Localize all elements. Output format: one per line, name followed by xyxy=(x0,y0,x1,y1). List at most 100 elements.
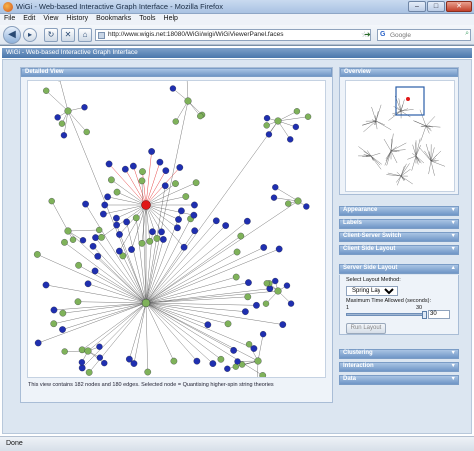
home-button[interactable]: ⌂ xyxy=(78,28,92,42)
graph-node[interactable] xyxy=(91,267,99,275)
graph-node[interactable] xyxy=(149,228,156,236)
graph-node[interactable] xyxy=(61,238,68,246)
graph-node[interactable] xyxy=(121,165,129,173)
graph-node[interactable] xyxy=(270,194,278,201)
graph-node[interactable] xyxy=(242,308,249,315)
graph-node[interactable] xyxy=(172,118,179,125)
graph-node[interactable] xyxy=(105,160,113,168)
graph-node[interactable] xyxy=(197,112,204,120)
graph-node[interactable] xyxy=(259,331,267,338)
graph-svg[interactable] xyxy=(28,81,326,378)
graph-node[interactable] xyxy=(161,182,169,190)
search-bar[interactable]: G ⌕ xyxy=(377,29,471,41)
graph-node[interactable] xyxy=(283,282,291,289)
graph-node[interactable] xyxy=(293,108,301,115)
graph-node[interactable] xyxy=(272,277,279,285)
graph-node[interactable] xyxy=(100,210,107,218)
graph-node[interactable] xyxy=(113,221,120,229)
graph-node[interactable] xyxy=(234,358,241,365)
clustering-panel-header[interactable]: Clustering ▼ xyxy=(339,349,459,359)
menu-tools[interactable]: Tools xyxy=(135,14,159,25)
graph-node[interactable] xyxy=(113,188,121,196)
graph-node[interactable] xyxy=(83,128,90,136)
menu-bookmarks[interactable]: Bookmarks xyxy=(92,14,135,25)
address-bar[interactable]: http://www.wigis.net:18080/WiGi/wigi/WiG… xyxy=(95,29,371,41)
graph-node[interactable] xyxy=(245,341,253,348)
graph-node[interactable] xyxy=(84,280,92,288)
appearance-panel-header[interactable]: Appearance ▼ xyxy=(339,206,459,216)
graph-node[interactable] xyxy=(144,368,152,376)
graph-node[interactable] xyxy=(263,122,270,129)
graph-node[interactable] xyxy=(116,247,123,255)
graph-node[interactable] xyxy=(244,293,252,301)
graph-node[interactable] xyxy=(193,357,201,365)
graph-node[interactable] xyxy=(82,200,89,208)
graph-node[interactable] xyxy=(34,339,42,347)
client-side-layout-header[interactable]: Client Side Layout ▼ xyxy=(339,245,459,255)
go-button[interactable]: ➜ xyxy=(364,30,371,39)
graph-node[interactable] xyxy=(113,214,120,222)
graph-node[interactable] xyxy=(116,231,123,238)
graph-node[interactable] xyxy=(78,364,86,372)
overview-selected-node[interactable] xyxy=(406,97,410,101)
graph-node[interactable] xyxy=(287,300,295,307)
search-icon[interactable]: ⌕ xyxy=(465,30,469,38)
menu-history[interactable]: History xyxy=(62,14,92,25)
max-time-slider[interactable] xyxy=(346,311,427,319)
graph-node[interactable] xyxy=(69,236,77,243)
graph-node[interactable] xyxy=(259,372,267,378)
graph-node[interactable] xyxy=(245,279,252,286)
menu-view[interactable]: View xyxy=(39,14,62,25)
graph-node[interactable] xyxy=(170,357,178,365)
reload-button[interactable]: ↻ xyxy=(44,28,58,42)
interaction-panel-header[interactable]: Interaction ▼ xyxy=(339,362,459,372)
graph-node[interactable] xyxy=(33,251,41,258)
overview-viewport[interactable] xyxy=(395,86,425,116)
graph-node[interactable] xyxy=(274,287,282,295)
graph-node[interactable] xyxy=(162,167,170,175)
run-layout-button[interactable]: Run Layout xyxy=(346,323,386,334)
graph-node[interactable] xyxy=(78,346,86,354)
max-time-input[interactable]: 30 xyxy=(428,310,450,319)
menu-edit[interactable]: Edit xyxy=(19,14,39,25)
graph-node[interactable] xyxy=(50,306,58,314)
graph-node[interactable] xyxy=(84,347,92,355)
graph-node[interactable] xyxy=(59,309,67,317)
graph-node[interactable] xyxy=(159,236,167,243)
graph-node[interactable] xyxy=(175,216,182,223)
graph-node[interactable] xyxy=(304,113,312,120)
menu-help[interactable]: Help xyxy=(160,14,182,25)
graph-node[interactable] xyxy=(285,200,292,207)
graph-node[interactable] xyxy=(260,244,268,251)
graph-hub-node[interactable] xyxy=(141,298,151,308)
graph-node[interactable] xyxy=(294,197,302,205)
graph-node[interactable] xyxy=(64,227,72,235)
graph-node[interactable] xyxy=(101,201,109,209)
graph-node[interactable] xyxy=(209,360,217,367)
selected-node[interactable] xyxy=(141,200,151,210)
graph-node[interactable] xyxy=(178,207,185,215)
graph-node[interactable] xyxy=(92,234,99,241)
graph-node[interactable] xyxy=(104,193,111,201)
graph-node[interactable] xyxy=(292,123,299,131)
minimize-button[interactable]: – xyxy=(408,1,426,12)
labels-panel-header[interactable]: Labels ▼ xyxy=(339,219,459,229)
graph-node[interactable] xyxy=(191,227,199,235)
graph-node[interactable] xyxy=(303,203,310,210)
graph-node[interactable] xyxy=(174,224,181,232)
graph-node[interactable] xyxy=(176,164,184,171)
graph-node[interactable] xyxy=(96,354,103,361)
graph-node[interactable] xyxy=(153,235,161,242)
graph-node[interactable] xyxy=(184,97,192,105)
graph-node[interactable] xyxy=(237,232,245,240)
graph-node[interactable] xyxy=(224,320,232,328)
graph-node[interactable] xyxy=(254,357,262,365)
graph-node[interactable] xyxy=(94,252,102,260)
graph-node[interactable] xyxy=(130,162,137,170)
graph-node[interactable] xyxy=(274,117,282,125)
maximize-button[interactable]: □ xyxy=(427,1,445,12)
graph-node[interactable] xyxy=(232,273,240,281)
graph-node[interactable] xyxy=(98,233,105,241)
graph-node[interactable] xyxy=(50,320,58,328)
graph-node[interactable] xyxy=(275,245,283,253)
